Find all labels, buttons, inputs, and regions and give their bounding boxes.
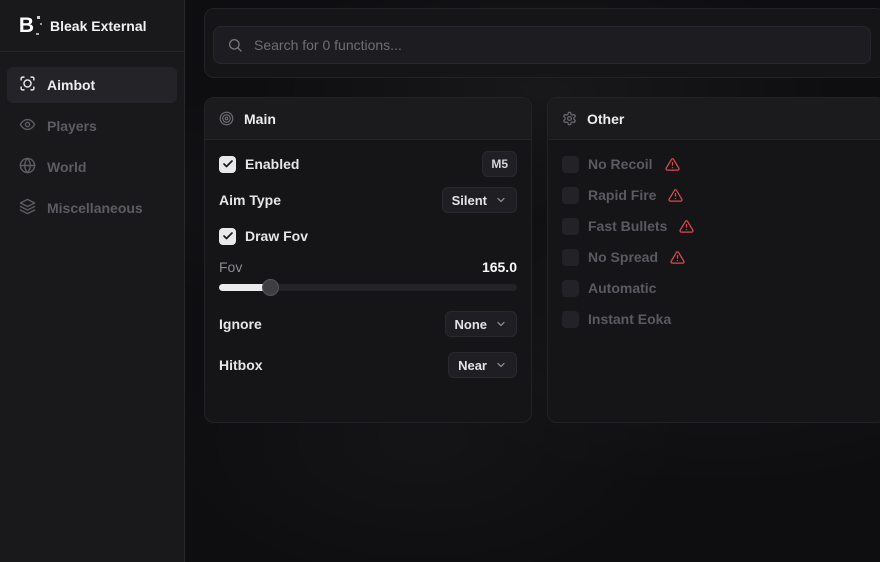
aim-type-label: Aim Type (219, 192, 281, 208)
enabled-checkbox[interactable] (219, 156, 236, 173)
main-content: Main Enabled M5 Aim Type Silent (186, 0, 880, 562)
gear-icon (562, 111, 577, 126)
chevron-down-icon (495, 359, 507, 371)
sidebar-nav: Aimbot Players World (0, 52, 184, 241)
hitbox-value: Near (458, 358, 487, 373)
chevron-down-icon (495, 194, 507, 206)
crosshair-scan-icon (19, 75, 36, 95)
fov-slider-thumb[interactable] (262, 279, 279, 296)
ignore-row: Ignore None (219, 311, 517, 337)
sidebar-item-aimbot[interactable]: Aimbot (7, 67, 177, 103)
other-panel-title: Other (587, 111, 624, 127)
draw-fov-row: Draw Fov (219, 223, 517, 249)
warning-triangle-icon (668, 188, 683, 203)
logo-glitch-pixel (40, 23, 42, 25)
app-logo: B (14, 14, 38, 38)
aim-type-value: Silent (452, 193, 487, 208)
target-icon (219, 111, 234, 126)
no-spread-checkbox[interactable] (562, 249, 579, 266)
search-box[interactable] (213, 26, 871, 64)
main-panel-body: Enabled M5 Aim Type Silent D (205, 140, 531, 389)
globe-icon (19, 157, 36, 177)
instant-eoka-checkbox[interactable] (562, 311, 579, 328)
instant-eoka-row: Instant Eoka (562, 306, 871, 332)
rapid-fire-row: Rapid Fire (562, 182, 871, 208)
logo-glitch-pixel (37, 16, 40, 19)
sidebar-header: B Bleak External (0, 0, 184, 52)
hitbox-select[interactable]: Near (448, 352, 517, 378)
logo-letter: B (19, 14, 33, 38)
fov-label: Fov (219, 259, 242, 275)
warning-triangle-icon (665, 157, 680, 172)
sidebar-item-label: Aimbot (47, 77, 95, 93)
other-panel-body: No Recoil Rapid Fire Fast Bullets (548, 140, 880, 348)
aim-type-row: Aim Type Silent (219, 187, 517, 213)
main-panel: Main Enabled M5 Aim Type Silent (204, 97, 532, 423)
fast-bullets-row: Fast Bullets (562, 213, 871, 239)
chevron-down-icon (495, 318, 507, 330)
hitbox-label: Hitbox (219, 357, 263, 373)
main-panel-title: Main (244, 111, 276, 127)
enabled-keybind-button[interactable]: M5 (482, 151, 517, 177)
no-spread-label: No Spread (588, 249, 658, 265)
search-panel (204, 8, 880, 78)
rapid-fire-label: Rapid Fire (588, 187, 656, 203)
sidebar: B Bleak External Aimbot Playe (0, 0, 185, 562)
fov-row: Fov 165.0 (219, 257, 517, 277)
rapid-fire-checkbox[interactable] (562, 187, 579, 204)
ignore-label: Ignore (219, 316, 262, 332)
no-recoil-row: No Recoil (562, 151, 871, 177)
other-panel: Other No Recoil Rapid Fire Fast Bullets (547, 97, 880, 423)
warning-triangle-icon (679, 219, 694, 234)
fov-value: 165.0 (482, 259, 517, 275)
ignore-select[interactable]: None (445, 311, 518, 337)
other-panel-header: Other (548, 98, 880, 140)
app-title: Bleak External (50, 18, 147, 34)
sidebar-item-players[interactable]: Players (7, 108, 177, 144)
no-recoil-label: No Recoil (588, 156, 653, 172)
enabled-label: Enabled (245, 156, 299, 172)
search-icon (227, 37, 243, 53)
sidebar-item-miscellaneous[interactable]: Miscellaneous (7, 190, 177, 226)
draw-fov-label: Draw Fov (245, 228, 308, 244)
ignore-value: None (455, 317, 488, 332)
automatic-label: Automatic (588, 280, 656, 296)
automatic-row: Automatic (562, 275, 871, 301)
logo-glitch-pixel (36, 33, 39, 35)
sidebar-item-label: Miscellaneous (47, 200, 143, 216)
fast-bullets-label: Fast Bullets (588, 218, 667, 234)
no-spread-row: No Spread (562, 244, 871, 270)
no-recoil-checkbox[interactable] (562, 156, 579, 173)
sidebar-item-label: Players (47, 118, 97, 134)
eye-icon (19, 116, 36, 136)
hitbox-row: Hitbox Near (219, 352, 517, 378)
automatic-checkbox[interactable] (562, 280, 579, 297)
main-panel-header: Main (205, 98, 531, 140)
aim-type-select[interactable]: Silent (442, 187, 517, 213)
fast-bullets-checkbox[interactable] (562, 218, 579, 235)
fov-slider[interactable] (219, 280, 517, 296)
draw-fov-checkbox[interactable] (219, 228, 236, 245)
sidebar-item-label: World (47, 159, 86, 175)
warning-triangle-icon (670, 250, 685, 265)
search-input[interactable] (254, 37, 857, 53)
sidebar-item-world[interactable]: World (7, 149, 177, 185)
instant-eoka-label: Instant Eoka (588, 311, 671, 327)
enabled-row: Enabled M5 (219, 151, 517, 177)
layers-icon (19, 198, 36, 218)
